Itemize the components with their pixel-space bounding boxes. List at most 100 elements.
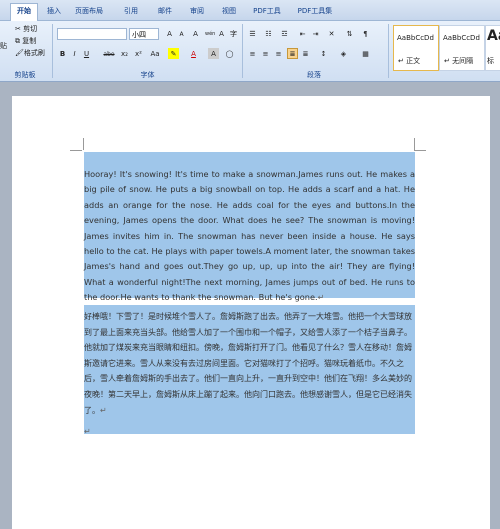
cut-button[interactable]: ✂ 剪切 xyxy=(15,24,37,35)
clipboard-group-label: 剪贴板 xyxy=(14,71,36,79)
format-painter-button[interactable]: 🖌格式刷 xyxy=(15,48,45,59)
tab-mailings[interactable]: 邮件 xyxy=(154,4,176,19)
bullets-button[interactable]: ☰ xyxy=(247,28,258,39)
tab-references[interactable]: 引用 xyxy=(120,4,142,19)
copy-label: 复制 xyxy=(22,37,37,45)
align-right-button[interactable]: ≡ xyxy=(273,48,284,59)
multilevel-list-button[interactable]: ☲ xyxy=(279,28,290,39)
copy-button[interactable]: ⧉ 复制 xyxy=(15,36,36,47)
tab-insert[interactable]: 插入 xyxy=(44,4,64,19)
superscript-button[interactable]: x² xyxy=(133,48,144,59)
line-spacing-icon: ↕ xyxy=(320,50,327,58)
paste-button[interactable]: 贴 xyxy=(0,41,7,52)
asian-layout-button[interactable]: ✕ xyxy=(326,28,337,39)
style-no-spacing[interactable]: AaBbCcDd ↵ 无间隔 xyxy=(439,25,485,71)
empty-paragraph-mark: ↵ xyxy=(84,427,91,436)
bullet-list-icon: ☰ xyxy=(249,30,256,38)
style-name: ↵ 无间隔 xyxy=(444,57,474,65)
multilevel-list-icon: ☲ xyxy=(281,30,288,38)
decrease-indent-button[interactable]: ⇤ xyxy=(297,28,308,39)
paint-bucket-icon: ◈ xyxy=(340,50,347,58)
format-painter-label: 格式刷 xyxy=(23,49,45,57)
bold-button[interactable]: B xyxy=(57,48,68,59)
numbered-list-icon: ☷ xyxy=(265,30,272,38)
shading-button[interactable]: ◈ xyxy=(338,48,349,59)
strikethrough-button[interactable]: abe xyxy=(101,48,117,59)
style-normal[interactable]: AaBbCcDd ↵ 正文 xyxy=(393,25,439,71)
justify-button[interactable]: ≣ xyxy=(287,48,298,59)
tab-pdf-tools[interactable]: PDF工具 xyxy=(250,4,284,19)
align-left-button[interactable]: ≡ xyxy=(247,48,258,59)
english-paragraph[interactable]: Hooray! It's snowing! It's time to make … xyxy=(84,152,415,302)
align-left-icon: ≡ xyxy=(249,50,256,58)
show-marks-button[interactable]: ¶ xyxy=(360,28,371,39)
margin-corner-mark xyxy=(414,138,416,150)
cut-label: 剪切 xyxy=(23,25,38,33)
enclose-char-circle-button[interactable]: ◯ xyxy=(224,48,235,59)
align-right-icon: ≡ xyxy=(275,50,282,58)
border-icon: ▦ xyxy=(362,50,369,58)
tab-review[interactable]: 审阅 xyxy=(186,4,208,19)
char-border-button[interactable]: A xyxy=(216,28,227,39)
chinese-paragraph[interactable]: 好棒哦！下雪了！是时候堆个雪人了。詹姆斯跑了出去。他弄了一大堆雪。他把一个大雪球… xyxy=(84,305,415,434)
tab-view[interactable]: 视图 xyxy=(218,4,240,19)
copy-icon: ⧉ xyxy=(15,37,20,45)
numbering-button[interactable]: ☷ xyxy=(263,28,274,39)
style-preview: Aa xyxy=(487,28,500,44)
chinese-text: 好棒哦！下雪了！是时候堆个雪人了。詹姆斯跑了出去。他弄了一大堆雪。他把一个大雪球… xyxy=(84,312,412,415)
ribbon: 贴 ✂ 剪切 ⧉ 复制 🖌格式刷 剪贴板 小四 A A A wén A 字 B … xyxy=(0,21,500,82)
enclose-char-button[interactable]: 字 xyxy=(228,28,239,39)
increase-indent-button[interactable]: ⇥ xyxy=(310,28,321,39)
style-name: 标 xyxy=(487,57,494,65)
style-preview: AaBbCcDd xyxy=(397,34,434,42)
subscript-button[interactable]: x₂ xyxy=(119,48,130,59)
pilcrow-icon: ¶ xyxy=(363,30,368,38)
style-preview: AaBbCcDd xyxy=(443,34,480,42)
brush-icon: 🖌 xyxy=(15,49,24,57)
margin-corner-mark xyxy=(70,150,82,152)
group-divider xyxy=(388,24,389,78)
sort-button[interactable]: ⇅ xyxy=(344,28,355,39)
paragraph-mark: ↵ xyxy=(100,405,107,415)
asian-layout-icon: ✕ xyxy=(328,30,335,38)
tab-home[interactable]: 开始 xyxy=(10,3,38,21)
distribute-icon: ≣ xyxy=(302,50,309,58)
change-case-button[interactable]: Aa xyxy=(148,48,162,59)
margin-corner-mark xyxy=(414,150,426,152)
font-size-combo[interactable]: 小四 xyxy=(129,28,159,40)
style-name: ↵ 正文 xyxy=(398,57,421,65)
margin-corner-mark xyxy=(82,138,84,150)
grow-font-button[interactable]: A xyxy=(164,28,175,39)
tab-pdf-toolset[interactable]: PDF工具集 xyxy=(295,4,335,19)
highlight-button[interactable]: ✎ xyxy=(168,48,179,59)
indent-icon: ⇥ xyxy=(312,30,319,38)
sort-icon: ⇅ xyxy=(346,30,353,38)
paragraph-mark: ↵ xyxy=(317,293,325,303)
font-group-label: 字体 xyxy=(140,71,155,79)
borders-button[interactable]: ▦ xyxy=(360,48,371,59)
underline-button[interactable]: U xyxy=(81,48,92,59)
tab-page-layout[interactable]: 页面布局 xyxy=(70,4,108,19)
watermark-logo: Bai 经验 xyxy=(415,495,482,514)
highlighter-icon: ✎ xyxy=(170,50,177,58)
group-divider xyxy=(52,24,53,78)
line-spacing-button[interactable]: ↕ xyxy=(318,48,329,59)
phonetic-guide-button[interactable]: wén xyxy=(204,28,215,39)
clear-format-button[interactable]: A xyxy=(190,28,201,39)
justify-icon: ≣ xyxy=(289,50,296,58)
distributed-button[interactable]: ≣ xyxy=(300,48,311,59)
english-text: Hooray! It's snowing! It's time to make … xyxy=(84,169,415,303)
paragraph-group-label: 段落 xyxy=(307,71,321,79)
ribbon-tabs: 开始 插入 页面布局 引用 邮件 审阅 视图 PDF工具 PDF工具集 xyxy=(0,0,500,21)
font-name-combo[interactable] xyxy=(57,28,127,40)
shrink-font-button[interactable]: A xyxy=(176,28,187,39)
group-divider xyxy=(242,24,243,78)
scissors-icon: ✂ xyxy=(15,25,21,33)
italic-button[interactable]: I xyxy=(69,48,80,59)
font-color-button[interactable]: A xyxy=(188,48,199,59)
outdent-icon: ⇤ xyxy=(299,30,306,38)
char-shading-button[interactable]: A xyxy=(208,48,219,59)
align-center-button[interactable]: ≡ xyxy=(260,48,271,59)
enclose-circle-icon: ◯ xyxy=(225,50,234,58)
style-heading[interactable]: Aa 标 xyxy=(485,25,500,71)
